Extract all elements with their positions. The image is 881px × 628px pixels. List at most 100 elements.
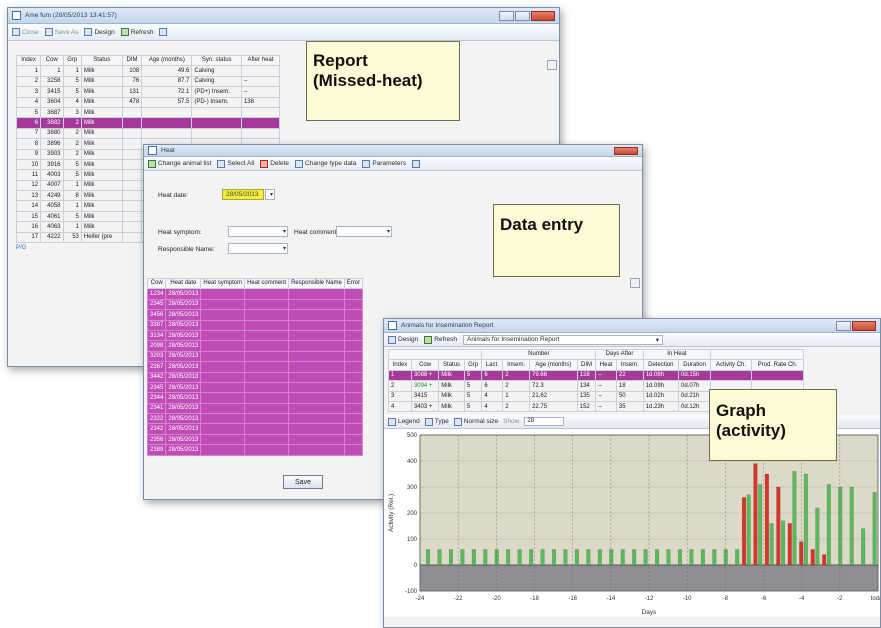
- report-column-header[interactable]: Cow: [40, 54, 64, 67]
- save-as-button[interactable]: Save As: [44, 28, 78, 36]
- report-cell: 4063: [40, 221, 64, 233]
- graph-column-header[interactable]: Age (months): [529, 359, 578, 371]
- graph-column-header[interactable]: Detection: [642, 359, 679, 371]
- report-cell: [141, 106, 193, 119]
- print-icon[interactable]: [411, 159, 420, 168]
- heat-column-header[interactable]: Heat symptom: [200, 277, 246, 290]
- report-table-row[interactable]: 3 3415 5 Milk 131 72.1 (PD+) Insem. –: [15, 86, 281, 98]
- heat-column-header[interactable]: Error: [343, 277, 364, 290]
- graph-column-header[interactable]: Index: [388, 359, 412, 371]
- heat-table-row[interactable]: 2342 28/05/2013: [146, 423, 364, 435]
- normal-size-button[interactable]: Normal size: [453, 417, 498, 426]
- report-cell: 4003: [40, 169, 64, 181]
- heat-date-dropdown[interactable]: ▾: [265, 189, 275, 200]
- graph-column-header[interactable]: Duration: [677, 359, 712, 371]
- graph-cell: Milk: [438, 380, 465, 392]
- heat-date-input[interactable]: 28/05/2013: [222, 189, 264, 200]
- type-button[interactable]: Type: [424, 417, 449, 426]
- activity-bar-green: [655, 549, 660, 566]
- report-column-header[interactable]: After heat: [240, 54, 281, 67]
- report-scroll-up[interactable]: [547, 60, 557, 70]
- report-column-header[interactable]: Status: [80, 54, 123, 67]
- heat-table-row[interactable]: 2322 28/05/2013: [146, 413, 364, 425]
- graph-design-button[interactable]: Design: [388, 335, 418, 344]
- report-column-header[interactable]: Index: [15, 54, 42, 67]
- legend-button[interactable]: Legend: [388, 417, 420, 426]
- report-column-header[interactable]: Grp: [62, 54, 82, 67]
- heat-table-row[interactable]: 3442 28/05/2013: [146, 371, 364, 383]
- report-column-header[interactable]: Age (months): [141, 54, 193, 67]
- heat-table-row[interactable]: 1234 28/05/2013: [146, 288, 364, 300]
- report-cell: [240, 117, 281, 129]
- heat-comment-select[interactable]: ▾: [336, 226, 392, 237]
- graph-minimize-button[interactable]: [836, 320, 851, 331]
- heat-table-row[interactable]: 3387 28/05/2013: [146, 319, 364, 331]
- activity-bar-green: [643, 549, 648, 566]
- graph-refresh-button[interactable]: Refresh: [424, 335, 457, 344]
- close-window-button[interactable]: [531, 10, 555, 21]
- show-days-input[interactable]: 28: [524, 417, 565, 427]
- graph-column-header[interactable]: Lact.: [481, 359, 504, 371]
- refresh-button[interactable]: Refresh: [120, 28, 153, 36]
- options-icon[interactable]: [159, 28, 168, 36]
- heat-table-row[interactable]: 2344 28/05/2013: [146, 392, 364, 404]
- maximize-button[interactable]: [515, 10, 530, 21]
- heat-column-header[interactable]: Heat comment: [244, 277, 290, 290]
- graph-cell: 0d.21h: [677, 390, 712, 402]
- graph-column-header[interactable]: DIM: [576, 359, 597, 371]
- save-button[interactable]: Save: [283, 475, 323, 489]
- heat-column-header[interactable]: Cow: [146, 277, 167, 290]
- report-cell: 15: [15, 210, 42, 223]
- heat-symptom-select[interactable]: ▾: [228, 226, 288, 237]
- heat-scroll-up[interactable]: [630, 278, 640, 288]
- heat-table-row[interactable]: 3203 28/05/2013: [146, 350, 364, 363]
- report-cell: 108: [121, 65, 143, 77]
- heat-table-row[interactable]: 3456 28/05/2013: [146, 309, 364, 321]
- heat-close-button[interactable]: [614, 146, 638, 155]
- design-button[interactable]: Design: [84, 28, 115, 36]
- graph-column-header[interactable]: Cow: [410, 359, 440, 371]
- graph-table-row[interactable]: 1 3088 + Milk 5 6 2 79.66 128–22 1d.08h 0d.15h: [388, 369, 805, 382]
- report-select[interactable]: Animals for Insemination Report ▾: [463, 334, 663, 345]
- delete-button[interactable]: Delete: [260, 159, 289, 168]
- graph-column-header[interactable]: Insem.: [615, 359, 644, 371]
- heat-column-header[interactable]: Heat date: [165, 277, 202, 290]
- graph-column-header[interactable]: Grp: [463, 359, 483, 371]
- heat-table-row[interactable]: 2356 28/05/2013: [146, 433, 364, 446]
- report-column-header[interactable]: Syn. status: [191, 54, 242, 67]
- change-animal-list-button[interactable]: Change animal list: [148, 159, 211, 168]
- heat-table-row[interactable]: 3134 28/05/2013: [146, 329, 364, 342]
- parameters-button[interactable]: Parameters: [362, 159, 406, 168]
- chevron-down-icon: ▾: [269, 192, 273, 198]
- change-type-data-button[interactable]: Change type data: [295, 159, 356, 168]
- graph-cell: 2: [502, 400, 531, 413]
- heat-table-row[interactable]: 2345 28/05/2013: [146, 381, 364, 394]
- report-table-row[interactable]: 7 3880 2 Milk: [15, 127, 281, 140]
- report-table-row[interactable]: 4 3604 4 Milk 478 57.5 (PD-) Insem. 138: [15, 96, 281, 108]
- heat-table-row[interactable]: 2367 28/05/2013: [146, 361, 364, 373]
- graph-column-header[interactable]: Status: [438, 359, 465, 371]
- graph-column-header[interactable]: Activity Ch.: [710, 359, 752, 371]
- heat-table-row[interactable]: 2098 28/05/2013: [146, 340, 364, 352]
- report-table-row[interactable]: 2 3258 5 Milk 76 87.7 Calving –: [15, 75, 281, 88]
- graph-column-header[interactable]: Heat: [595, 359, 617, 371]
- select-all-button[interactable]: Select All: [217, 159, 254, 168]
- heat-cell: 28/05/2013: [165, 413, 202, 425]
- heat-table-row[interactable]: 2341 28/05/2013: [146, 402, 364, 415]
- close-button[interactable]: Close: [12, 28, 39, 36]
- minimize-button[interactable]: [499, 10, 514, 21]
- heat-cell: 2345: [146, 298, 167, 311]
- report-cell: 3882: [40, 117, 64, 129]
- heat-table-row[interactable]: 2389 28/05/2013: [146, 444, 364, 456]
- activity-bar-green: [826, 484, 831, 566]
- report-table-row[interactable]: 5 3687 3 Milk: [15, 106, 281, 119]
- heat-table-row[interactable]: 2345 28/05/2013: [146, 298, 364, 311]
- report-column-header[interactable]: DIM: [121, 54, 143, 67]
- graph-close-button[interactable]: [852, 320, 876, 331]
- report-table-row[interactable]: 1 1 1 Milk 108 49.6 Calving: [15, 65, 281, 77]
- responsible-name-select[interactable]: ▾: [228, 243, 288, 254]
- graph-column-header[interactable]: Insem.: [502, 359, 531, 371]
- heat-column-header[interactable]: Responsible Name: [288, 277, 345, 290]
- graph-column-header[interactable]: Prod. Rate Ch.: [750, 359, 805, 371]
- report-table-row[interactable]: 6 3882 2 Milk: [15, 117, 281, 129]
